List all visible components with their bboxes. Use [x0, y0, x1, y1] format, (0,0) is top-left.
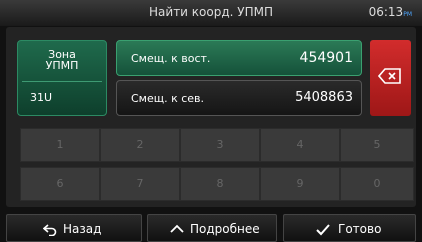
back-label: Назад	[63, 222, 102, 236]
key-8-label: 8	[216, 177, 224, 190]
northing-field[interactable]: Смещ. к сев. 5408863	[116, 80, 362, 116]
key-5[interactable]: 5	[340, 128, 414, 162]
back-button[interactable]: Назад	[6, 214, 142, 242]
clock-suffix: PM	[403, 11, 412, 18]
done-label: Готово	[338, 222, 382, 236]
key-4-label: 4	[296, 138, 304, 151]
backspace-icon	[378, 68, 401, 84]
key-3[interactable]: 3	[180, 128, 260, 162]
backspace-button[interactable]	[370, 40, 411, 116]
utm-zone-button[interactable]: Зона УПМП 31U	[17, 40, 107, 116]
key-1[interactable]: 1	[20, 128, 100, 162]
northing-label: Смещ. к сев.	[131, 92, 205, 105]
chevron-up-icon	[170, 224, 184, 233]
northing-value: 5408863	[295, 90, 353, 105]
key-3-label: 3	[216, 138, 224, 151]
key-2[interactable]: 2	[100, 128, 180, 162]
key-2-label: 2	[136, 138, 144, 151]
easting-field[interactable]: Смещ. к вост. 454901	[116, 40, 362, 76]
zone-divider	[22, 81, 102, 82]
page-title: Найти коорд. УПМП	[149, 5, 273, 19]
title-bar: Найти коорд. УПМП 06:13PM	[0, 0, 422, 26]
key-9[interactable]: 9	[260, 167, 340, 201]
key-8[interactable]: 8	[180, 167, 260, 201]
more-details-label: Подробнее	[190, 222, 260, 236]
clock: 06:13PM	[369, 5, 412, 19]
back-arrow-icon	[43, 224, 57, 236]
easting-value: 454901	[299, 50, 353, 66]
clock-time: 06:13	[368, 5, 404, 19]
key-1-label: 1	[56, 138, 64, 151]
done-button[interactable]: Готово	[283, 214, 416, 242]
key-5-label: 5	[373, 138, 381, 151]
easting-label: Смещ. к вост.	[131, 52, 211, 65]
key-7[interactable]: 7	[100, 167, 180, 201]
key-4[interactable]: 4	[260, 128, 340, 162]
more-details-button[interactable]: Подробнее	[147, 214, 277, 242]
utm-zone-value: 31U	[30, 91, 53, 104]
key-6[interactable]: 6	[20, 167, 100, 201]
key-0-label: 0	[373, 177, 381, 190]
utm-zone-label: Зона УПМП	[45, 48, 79, 72]
key-6-label: 6	[56, 177, 64, 190]
key-7-label: 7	[136, 177, 144, 190]
key-0[interactable]: 0	[340, 167, 414, 201]
key-9-label: 9	[296, 177, 304, 190]
checkmark-icon	[316, 224, 330, 236]
